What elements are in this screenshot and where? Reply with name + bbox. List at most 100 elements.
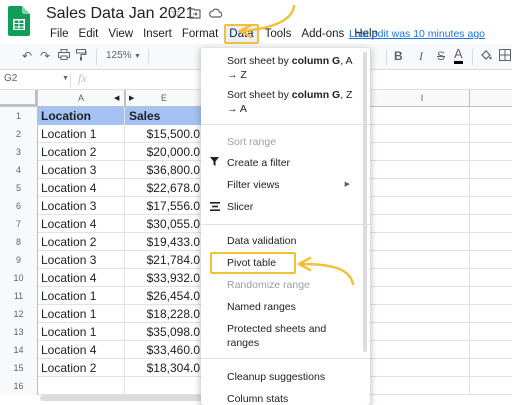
location-cell[interactable]: Location 1 — [38, 323, 125, 341]
paint-format-icon[interactable] — [76, 49, 87, 64]
zoom-select[interactable]: 125% — [106, 50, 132, 61]
cloud-status-icon[interactable] — [208, 6, 222, 20]
menu-tools[interactable]: Tools — [261, 26, 296, 44]
fill-color-icon[interactable] — [480, 49, 492, 64]
empty-cell[interactable] — [375, 161, 470, 179]
empty-cell[interactable] — [375, 287, 470, 305]
location-cell[interactable]: Location 1 — [38, 287, 125, 305]
undo-icon[interactable]: ↶ — [22, 49, 32, 63]
location-cell[interactable]: Location 4 — [38, 179, 125, 197]
sales-cell[interactable]: $33,460.0 — [125, 341, 203, 359]
sheets-logo-icon[interactable] — [8, 6, 30, 36]
menu-view[interactable]: View — [104, 26, 137, 44]
name-box[interactable]: G2 — [4, 73, 17, 84]
location-cell[interactable]: Location 3 — [38, 251, 125, 269]
empty-cell[interactable] — [375, 125, 470, 143]
menu-format[interactable]: Format — [178, 26, 222, 44]
horizontal-scrollbar[interactable] — [40, 395, 225, 401]
row-number[interactable]: 9 — [0, 251, 38, 269]
sales-cell[interactable]: $26,454.0 — [125, 287, 203, 305]
empty-cell[interactable] — [375, 323, 470, 341]
sales-cell[interactable]: $21,784.0 — [125, 251, 203, 269]
redo-icon[interactable]: ↷ — [40, 49, 50, 63]
sales-cell[interactable]: $36,800.0 — [125, 161, 203, 179]
location-cell[interactable]: Location 4 — [38, 341, 125, 359]
empty-cell[interactable] — [125, 377, 203, 395]
sales-cell[interactable]: $19,433.0 — [125, 233, 203, 251]
sales-cell[interactable]: $17,556.0 — [125, 197, 203, 215]
empty-cell[interactable] — [38, 377, 125, 395]
sales-cell[interactable]: $18,304.0 — [125, 359, 203, 377]
empty-cell[interactable] — [375, 107, 470, 125]
italic-button[interactable]: I — [419, 49, 423, 64]
print-icon[interactable] — [58, 49, 70, 63]
menu-item-cleanup-suggestions[interactable]: Cleanup suggestions — [201, 370, 370, 384]
row-number[interactable]: 13 — [0, 323, 38, 341]
column-header-e[interactable]: E — [125, 90, 203, 107]
location-cell[interactable]: Location 3 — [38, 197, 125, 215]
menu-edit[interactable]: Edit — [75, 26, 103, 44]
sales-cell[interactable]: $22,678.0 — [125, 179, 203, 197]
menu-item-filter-views[interactable]: Filter views ▶ — [201, 178, 370, 192]
bold-button[interactable]: B — [394, 49, 403, 63]
strikethrough-button[interactable]: S — [437, 49, 445, 63]
empty-cell[interactable] — [375, 269, 470, 287]
header-cell-sales[interactable]: Sales — [125, 107, 203, 125]
menu-item-data-validation[interactable]: Data validation — [201, 234, 370, 248]
header-cell-location[interactable]: Location — [38, 107, 125, 125]
menu-item-pivot-table[interactable]: Pivot table — [201, 256, 370, 270]
row-number[interactable]: 6 — [0, 197, 38, 215]
row-number[interactable]: 16 — [0, 377, 38, 395]
sales-cell[interactable]: $30,055.0 — [125, 215, 203, 233]
menu-item-slicer[interactable]: Slicer — [201, 200, 370, 214]
menu-item-randomize-range[interactable]: Randomize range — [201, 278, 370, 292]
menu-item-sort-sheet-az[interactable]: Sort sheet by column G, A → Z — [201, 54, 370, 82]
row-number[interactable]: 7 — [0, 215, 38, 233]
empty-cell[interactable] — [375, 233, 470, 251]
location-cell[interactable]: Location 3 — [38, 161, 125, 179]
empty-cell[interactable] — [375, 143, 470, 161]
row-number[interactable]: 4 — [0, 161, 38, 179]
menu-item-column-stats[interactable]: Column stats — [201, 392, 370, 405]
location-cell[interactable]: Location 1 — [38, 125, 125, 143]
row-number[interactable]: 15 — [0, 359, 38, 377]
row-number[interactable]: 14 — [0, 341, 38, 359]
sales-cell[interactable]: $35,098.0 — [125, 323, 203, 341]
chevron-down-icon[interactable]: ▼ — [62, 75, 69, 82]
column-header-a[interactable]: A — [38, 90, 125, 107]
row-number[interactable]: 10 — [0, 269, 38, 287]
empty-cell[interactable] — [375, 251, 470, 269]
menu-add-ons[interactable]: Add-ons — [297, 26, 348, 44]
empty-cell[interactable] — [375, 377, 470, 395]
menu-insert[interactable]: Insert — [139, 26, 176, 44]
row-number[interactable]: 1 — [0, 107, 38, 125]
location-cell[interactable]: Location 2 — [38, 233, 125, 251]
location-cell[interactable]: Location 1 — [38, 305, 125, 323]
borders-icon[interactable] — [499, 49, 511, 64]
move-to-folder-icon[interactable] — [189, 6, 201, 20]
empty-cell[interactable] — [375, 215, 470, 233]
empty-cell[interactable] — [375, 179, 470, 197]
sales-cell[interactable]: $33,932.0 — [125, 269, 203, 287]
menu-item-sort-range[interactable]: Sort range — [201, 135, 370, 149]
menu-item-named-ranges[interactable]: Named ranges — [201, 300, 370, 314]
empty-cell[interactable] — [375, 197, 470, 215]
location-cell[interactable]: Location 4 — [38, 269, 125, 287]
star-icon[interactable]: ☆ — [170, 6, 181, 20]
row-number[interactable]: 8 — [0, 233, 38, 251]
location-cell[interactable]: Location 2 — [38, 359, 125, 377]
menu-data[interactable]: Data — [224, 24, 259, 44]
column-header-i[interactable]: I — [375, 90, 470, 107]
row-number[interactable]: 11 — [0, 287, 38, 305]
sales-cell[interactable]: $15,500.0 — [125, 125, 203, 143]
chevron-down-icon[interactable]: ▼ — [134, 53, 141, 60]
menu-item-sort-sheet-za[interactable]: Sort sheet by column G, Z → A — [201, 88, 370, 116]
collapse-left-icon[interactable]: ◀ — [114, 90, 119, 107]
row-number[interactable]: 2 — [0, 125, 38, 143]
column-header-j[interactable] — [470, 90, 512, 107]
row-number[interactable]: 12 — [0, 305, 38, 323]
row-number[interactable]: 5 — [0, 179, 38, 197]
location-cell[interactable]: Location 2 — [38, 143, 125, 161]
menu-item-protected-sheets[interactable]: Protected sheets and ranges — [201, 322, 370, 350]
last-edit-link[interactable]: Last edit was 10 minutes ago — [349, 28, 485, 40]
